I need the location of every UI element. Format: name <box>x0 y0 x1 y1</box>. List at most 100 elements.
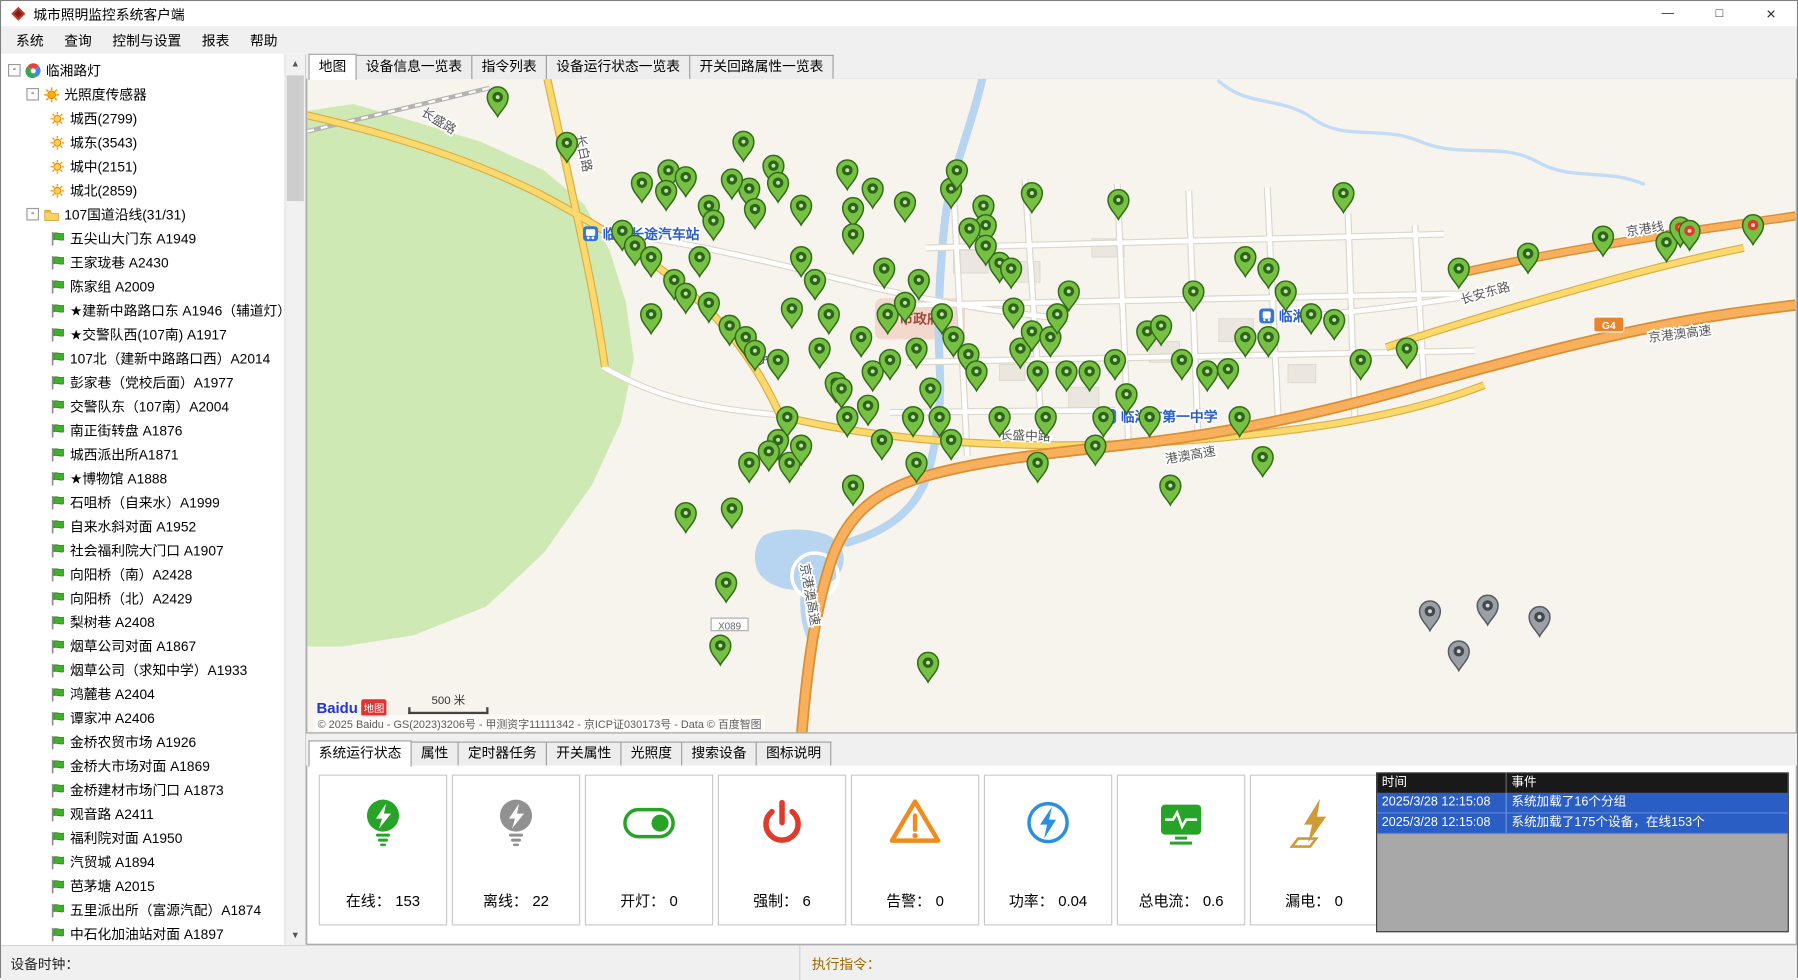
tree-sensor-item[interactable]: 城东(3543) <box>1 130 285 154</box>
menu-item[interactable]: 查询 <box>54 27 102 53</box>
tree-device-item[interactable]: 向阳桥（北）A2429 <box>1 586 285 610</box>
device-pin[interactable] <box>843 224 864 254</box>
device-pin[interactable] <box>1477 595 1498 625</box>
tree-device-item[interactable]: 城西派出所A1871 <box>1 442 285 466</box>
device-pin[interactable] <box>675 503 696 533</box>
tree-device-item[interactable]: 交警队东（107南）A2004 <box>1 394 285 418</box>
device-pin[interactable] <box>768 350 789 380</box>
device-pin[interactable] <box>745 340 766 370</box>
device-pin[interactable] <box>858 395 879 425</box>
bottom-tab[interactable]: 搜索设备 <box>681 741 757 765</box>
device-pin[interactable] <box>745 199 766 229</box>
device-pin[interactable] <box>851 327 872 357</box>
device-pin[interactable] <box>1258 258 1279 288</box>
device-pin[interactable] <box>1160 475 1181 505</box>
device-pin[interactable] <box>1529 607 1550 637</box>
menu-item[interactable]: 系统 <box>6 27 54 53</box>
device-pin[interactable] <box>843 475 864 505</box>
device-pin[interactable] <box>966 361 987 391</box>
device-pin[interactable] <box>1448 258 1469 288</box>
device-pin[interactable] <box>895 192 916 222</box>
tree-root[interactable]: 临湘路灯 <box>1 58 285 82</box>
tree-device-group[interactable]: 107国道沿线(31/31) <box>1 202 285 226</box>
device-pin[interactable] <box>1139 407 1160 437</box>
device-pin[interactable] <box>768 173 789 203</box>
tree-device-item[interactable]: 向阳桥（南）A2428 <box>1 562 285 586</box>
device-pin[interactable] <box>1085 435 1106 465</box>
event-row[interactable]: 2025/3/28 12:15:08 系统加载了175个设备，在线153个 <box>1377 813 1788 834</box>
tree-device-item[interactable]: 五里派出所（富源汽配）A1874 <box>1 898 285 922</box>
scroll-up-icon[interactable]: ▲ <box>286 54 305 73</box>
bottom-tab[interactable]: 属性 <box>411 741 459 765</box>
device-pin[interactable] <box>1593 226 1614 256</box>
tree-device-item[interactable]: 汽贸城 A1894 <box>1 850 285 874</box>
device-pin[interactable] <box>1448 641 1469 671</box>
tree-device-item[interactable]: 梨树巷 A2408 <box>1 610 285 634</box>
tree-device-item[interactable]: 观音路 A2411 <box>1 802 285 826</box>
device-pin[interactable] <box>722 169 743 199</box>
scrollbar-thumb[interactable] <box>287 75 304 201</box>
window-button[interactable]: — <box>1642 1 1694 26</box>
device-pin[interactable] <box>782 298 803 328</box>
map-tab[interactable]: 地图 <box>308 54 356 80</box>
device-pin[interactable] <box>1743 215 1764 245</box>
tree-device-item[interactable]: 陈家组 A2009 <box>1 274 285 298</box>
device-pin[interactable] <box>656 181 677 211</box>
device-pin[interactable] <box>1275 281 1296 311</box>
menu-item[interactable]: 报表 <box>192 27 240 53</box>
tree-scrollbar[interactable]: ▲ ▼ <box>284 54 305 945</box>
tree-device-item[interactable]: 107北（建新中路路口西）A2014 <box>1 346 285 370</box>
device-pin[interactable] <box>1324 310 1345 340</box>
tree-device-item[interactable]: 烟草公司对面 A1867 <box>1 634 285 658</box>
device-pin[interactable] <box>918 652 939 682</box>
device-pin[interactable] <box>739 452 760 482</box>
device-pin[interactable] <box>1420 601 1441 631</box>
tree-device-item[interactable]: ★交警队西(107南) A1917 <box>1 322 285 346</box>
tree-device-item[interactable]: 五尖山大门东 A1949 <box>1 226 285 250</box>
collapse-icon[interactable] <box>26 208 39 221</box>
device-pin[interactable] <box>862 361 883 391</box>
device-pin[interactable] <box>805 270 826 300</box>
device-pin[interactable] <box>1218 359 1239 389</box>
tree-device-item[interactable]: 王家珑巷 A2430 <box>1 250 285 274</box>
event-row[interactable]: 2025/3/28 12:15:08 系统加载了16个分组 <box>1377 793 1788 814</box>
device-pin[interactable] <box>1518 243 1539 273</box>
tree-device-item[interactable]: 金桥农贸市场 A1926 <box>1 730 285 754</box>
device-pin[interactable] <box>1001 258 1022 288</box>
tree-device-item[interactable]: 金桥大市场对面 A1869 <box>1 754 285 778</box>
device-pin[interactable] <box>1679 221 1700 251</box>
device-pin[interactable] <box>1235 247 1256 277</box>
device-pin[interactable] <box>941 430 962 460</box>
bottom-tab[interactable]: 开关属性 <box>546 741 622 765</box>
device-pin[interactable] <box>1197 361 1218 391</box>
device-pin[interactable] <box>837 160 858 190</box>
device-pin[interactable] <box>1003 298 1024 328</box>
device-pin[interactable] <box>675 283 696 313</box>
tree-device-item[interactable]: 芭茅塘 A2015 <box>1 874 285 898</box>
scroll-down-icon[interactable]: ▼ <box>286 925 305 944</box>
device-pin[interactable] <box>831 378 852 408</box>
tree-device-item[interactable]: 福利院对面 A1950 <box>1 826 285 850</box>
device-pin[interactable] <box>733 131 754 161</box>
device-pin[interactable] <box>1183 281 1204 311</box>
tree-sensor-item[interactable]: 城西(2799) <box>1 106 285 130</box>
device-pin[interactable] <box>722 498 743 528</box>
menu-item[interactable]: 控制与设置 <box>102 27 191 53</box>
bottom-tab[interactable]: 光照度 <box>620 741 682 765</box>
tree-device-item[interactable]: 中石化加油站对面 A1897 <box>1 922 285 945</box>
tree-device-item[interactable]: 自来水斜对面 A1952 <box>1 514 285 538</box>
device-pin[interactable] <box>1108 190 1129 220</box>
device-pin[interactable] <box>1333 183 1354 213</box>
collapse-icon[interactable] <box>8 64 21 77</box>
device-pin[interactable] <box>1396 338 1417 368</box>
device-pin[interactable] <box>716 572 737 602</box>
device-pin[interactable] <box>710 635 731 665</box>
bottom-tab[interactable]: 定时器任务 <box>458 741 547 765</box>
device-pin[interactable] <box>758 441 779 471</box>
device-pin[interactable] <box>862 178 883 208</box>
tree-sensor-item[interactable]: 城中(2151) <box>1 154 285 178</box>
tree-sensor-group[interactable]: 光照度传感器 <box>1 82 285 106</box>
tree-device-item[interactable]: 石咀桥（自来水）A1999 <box>1 490 285 514</box>
device-pin[interactable] <box>809 338 830 368</box>
window-button[interactable]: ✕ <box>1745 1 1797 26</box>
